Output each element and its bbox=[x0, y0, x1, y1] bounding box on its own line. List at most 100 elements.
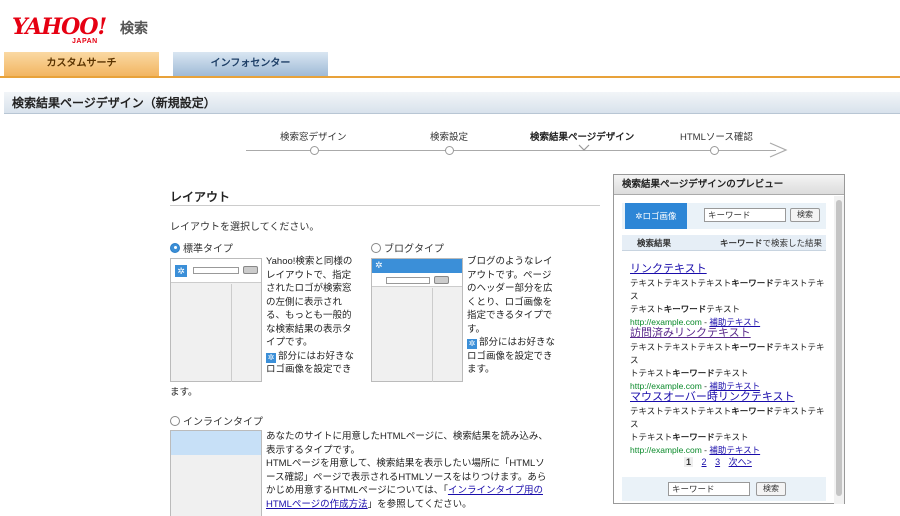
thumb-search-button bbox=[434, 276, 449, 284]
page-next-link[interactable]: 次へ> bbox=[729, 457, 752, 467]
preview-pagination: 1 2 3 次へ> bbox=[684, 455, 758, 468]
desc-text: かじめ用意するHTMLページについては、「 bbox=[266, 485, 448, 496]
radio-inline-type[interactable]: インラインタイプ bbox=[170, 413, 263, 428]
results-query: キーワードで検索した結果 bbox=[720, 235, 822, 251]
desc-line: くとり、ロゴ画像を bbox=[467, 296, 553, 308]
yahoo-japan-logo[interactable]: YAHOO! 検索 JAPAN bbox=[12, 14, 162, 48]
result-snippet: テキストテキストテキストキーワードテキストテキス bbox=[630, 405, 830, 431]
radio-standard-type[interactable]: 標準タイプ bbox=[170, 240, 233, 255]
desc-line: のヘッダー部分を広 bbox=[467, 283, 553, 294]
note-text: 部分にはお好きな bbox=[278, 350, 355, 362]
desc-line: 指定できるタイプで bbox=[467, 310, 553, 321]
inline-guide-link[interactable]: インラインタイプ用の bbox=[448, 485, 543, 496]
thumb-inline-header bbox=[171, 431, 261, 455]
results-label: 検索結果 bbox=[637, 238, 672, 248]
snippet-text: トテキスト bbox=[630, 368, 673, 378]
result-snippet: テキストテキストテキストキーワードテキストテキス bbox=[630, 341, 830, 367]
thumbnail-inline-layout[interactable] bbox=[170, 430, 262, 516]
result-snippet: テキストテキストテキストキーワードテキストテキス bbox=[630, 277, 830, 303]
result-sub-link[interactable]: 補助テキスト bbox=[709, 445, 760, 455]
desc-line: アウトです。ページ bbox=[467, 269, 552, 281]
preview-title: 検索結果ページデザインのプレビュー bbox=[614, 175, 844, 195]
preview-panel: 検索結果ページデザインのプレビュー ✲ロゴ画像 キーワード 検索 検索結果 キー… bbox=[613, 174, 845, 504]
logo-label: ロゴ画像 bbox=[642, 211, 677, 221]
step-current-chevron-icon bbox=[578, 144, 590, 151]
radio-icon-checked[interactable] bbox=[170, 242, 180, 253]
desc-line: HTMLページを用意して、検索結果を表示したい場所に「HTMLソ bbox=[266, 458, 545, 469]
preview-search-button[interactable]: 検索 bbox=[790, 208, 820, 222]
scrollbar-thumb[interactable] bbox=[836, 200, 842, 496]
desc-line: されたロゴが検索窓 bbox=[266, 283, 352, 294]
preview-result-item: マウスオーバー時リンクテキスト テキストテキストテキストキーワードテキストテキス… bbox=[630, 389, 830, 457]
inline-guide-link-cont[interactable]: HTMLページの作成方法 bbox=[266, 499, 368, 510]
thumb-logo-icon: ✲ bbox=[375, 260, 383, 270]
main-tabs: カスタムサーチ インフォセンター bbox=[0, 52, 900, 78]
desc-line: る、もっとも一般的 bbox=[266, 310, 352, 321]
snippet-keyword: キーワード bbox=[672, 368, 715, 378]
page-link[interactable]: 3 bbox=[715, 457, 720, 467]
thumb-search-input bbox=[193, 267, 239, 274]
step-dot-4 bbox=[710, 146, 719, 155]
page-title: 検索結果ページデザイン（新規設定） bbox=[4, 92, 900, 114]
result-link[interactable]: マウスオーバー時リンクテキスト bbox=[630, 389, 830, 405]
logo-service-label: 検索 bbox=[120, 20, 148, 36]
logo-marker-icon: ✲ bbox=[635, 211, 643, 221]
desc-line: HTMLページの作成方法」を参照してください。 bbox=[266, 498, 576, 512]
preview-search-input[interactable]: キーワード bbox=[704, 208, 786, 222]
thumbnail-blog-layout[interactable]: ✲ bbox=[371, 258, 463, 382]
inline-description: あなたのサイトに用意したHTMLページに、検索結果を読み込み、 表示するタイプで… bbox=[266, 430, 576, 511]
note-text: ます。 bbox=[467, 364, 495, 375]
desc-line: の左側に表示され bbox=[266, 296, 343, 308]
radio-inline-label: インラインタイプ bbox=[183, 417, 263, 428]
tab-info-center[interactable]: インフォセンター bbox=[173, 52, 328, 76]
snippet-keyword: キーワード bbox=[731, 278, 774, 288]
note-text: ロゴ画像を設定でき bbox=[266, 364, 352, 375]
snippet-text: テキスト bbox=[630, 304, 664, 314]
step-search-settings: 検索設定 bbox=[430, 132, 469, 143]
logo-marker-icon: ✲ bbox=[467, 339, 477, 349]
standard-description: Yahoo!検索と同様の レイアウトで、指定 されたロゴが検索窓 の左側に表示さ… bbox=[266, 255, 364, 377]
section-divider bbox=[170, 205, 600, 206]
desc-line: イプです。 bbox=[266, 337, 313, 348]
desc-line: な検索結果の表示タ bbox=[266, 323, 352, 335]
desc-line: レイアウトで、指定 bbox=[266, 269, 352, 281]
step-arrow-icon bbox=[769, 142, 788, 158]
preview-search-box: ✲ロゴ画像 キーワード 検索 bbox=[622, 203, 826, 229]
snippet-text: テキスト bbox=[714, 432, 749, 442]
radio-blog-label: ブログタイプ bbox=[384, 244, 444, 255]
radio-standard-label: 標準タイプ bbox=[183, 244, 233, 255]
result-link[interactable]: 訪問済みリンクテキスト bbox=[630, 325, 830, 341]
snippet-keyword: キーワード bbox=[672, 432, 715, 442]
radio-icon-unchecked[interactable] bbox=[170, 415, 180, 426]
snippet-text: テキスト bbox=[714, 368, 749, 378]
result-link[interactable]: リンクテキスト bbox=[630, 261, 830, 277]
step-html-source: HTMLソース確認 bbox=[680, 132, 753, 143]
thumbnail-standard-layout[interactable]: ✲ bbox=[170, 258, 262, 382]
preview-logo-placeholder: ✲ロゴ画像 bbox=[625, 203, 687, 229]
standard-trailing-text: ます。 bbox=[170, 387, 198, 398]
preview-result-item: 訪問済みリンクテキスト テキストテキストテキストキーワードテキストテキス トテキ… bbox=[630, 325, 830, 393]
desc-line: かじめ用意するHTMLページについては、「インラインタイプ用の bbox=[266, 484, 576, 498]
logo-marker-icon: ✲ bbox=[266, 352, 276, 363]
step-search-box-design: 検索窓デザイン bbox=[280, 132, 347, 143]
thumb-search-input bbox=[386, 277, 430, 284]
snippet-text: テキストテキストテキスト bbox=[630, 342, 732, 352]
step-results-page-design: 検索結果ページデザイン bbox=[530, 132, 635, 143]
logo-note: ✲ 部分にはお好きな bbox=[266, 350, 364, 364]
thumb-column-divider bbox=[231, 284, 232, 382]
blog-description: ブログのようなレイ アウトです。ページ のヘッダー部分を広 くとり、ロゴ画像を … bbox=[467, 255, 567, 377]
desc-line: Yahoo!検索と同様の bbox=[266, 256, 353, 267]
preview-footer-button[interactable]: 検索 bbox=[756, 482, 786, 496]
radio-icon-unchecked[interactable] bbox=[371, 242, 381, 253]
desc-line: す。 bbox=[467, 323, 486, 335]
tab-custom-search[interactable]: カスタムサーチ bbox=[4, 52, 159, 76]
radio-blog-type[interactable]: ブログタイプ bbox=[371, 240, 444, 255]
preview-scrollbar[interactable] bbox=[834, 196, 844, 504]
preview-footer-input[interactable]: キーワード bbox=[668, 482, 750, 496]
snippet-text: テキストテキストテキスト bbox=[630, 278, 732, 288]
page-link[interactable]: 2 bbox=[702, 457, 707, 467]
result-url: http://example.com bbox=[630, 445, 702, 455]
result-snippet: トテキストキーワードテキスト bbox=[630, 431, 830, 444]
result-snippet: トテキストキーワードテキスト bbox=[630, 367, 830, 380]
snippet-text: テキストテキストテキスト bbox=[630, 406, 732, 416]
